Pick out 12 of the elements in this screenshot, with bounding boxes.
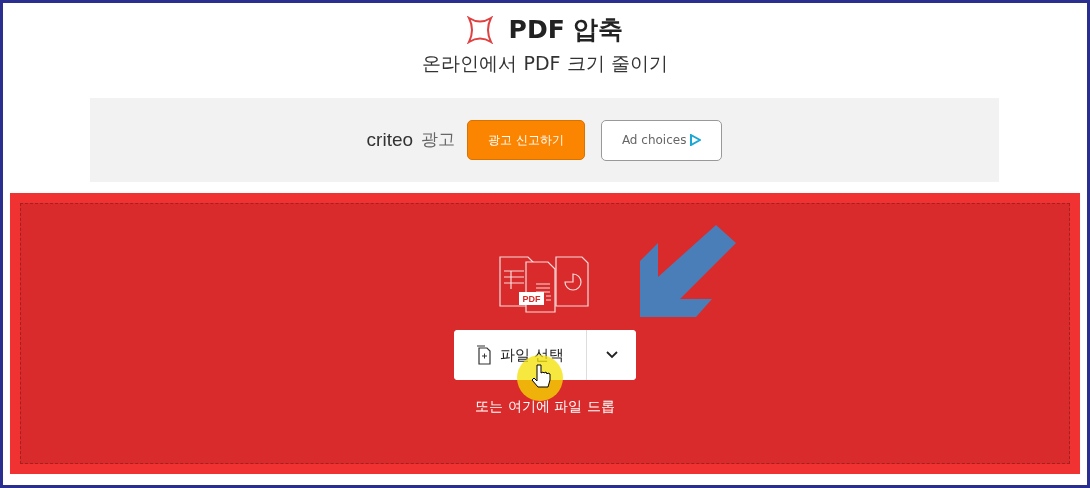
documents-illustration: PDF [499, 256, 591, 314]
logo-icon [466, 15, 493, 44]
ad-label: 광고 [421, 128, 456, 152]
chevron-down-icon [605, 351, 618, 359]
drop-hint: 또는 여기에 파일 드롭 [475, 397, 615, 416]
page-subtitle: 온라인에서 PDF 크기 줄이기 [422, 50, 668, 76]
play-icon [690, 134, 702, 146]
page-title: PDF 압축 [508, 14, 624, 46]
add-file-icon [475, 345, 492, 365]
dropdown-button[interactable] [586, 330, 637, 380]
brand-logo: criteo [366, 127, 414, 152]
ad-choices-button[interactable]: Ad choices [600, 119, 723, 161]
